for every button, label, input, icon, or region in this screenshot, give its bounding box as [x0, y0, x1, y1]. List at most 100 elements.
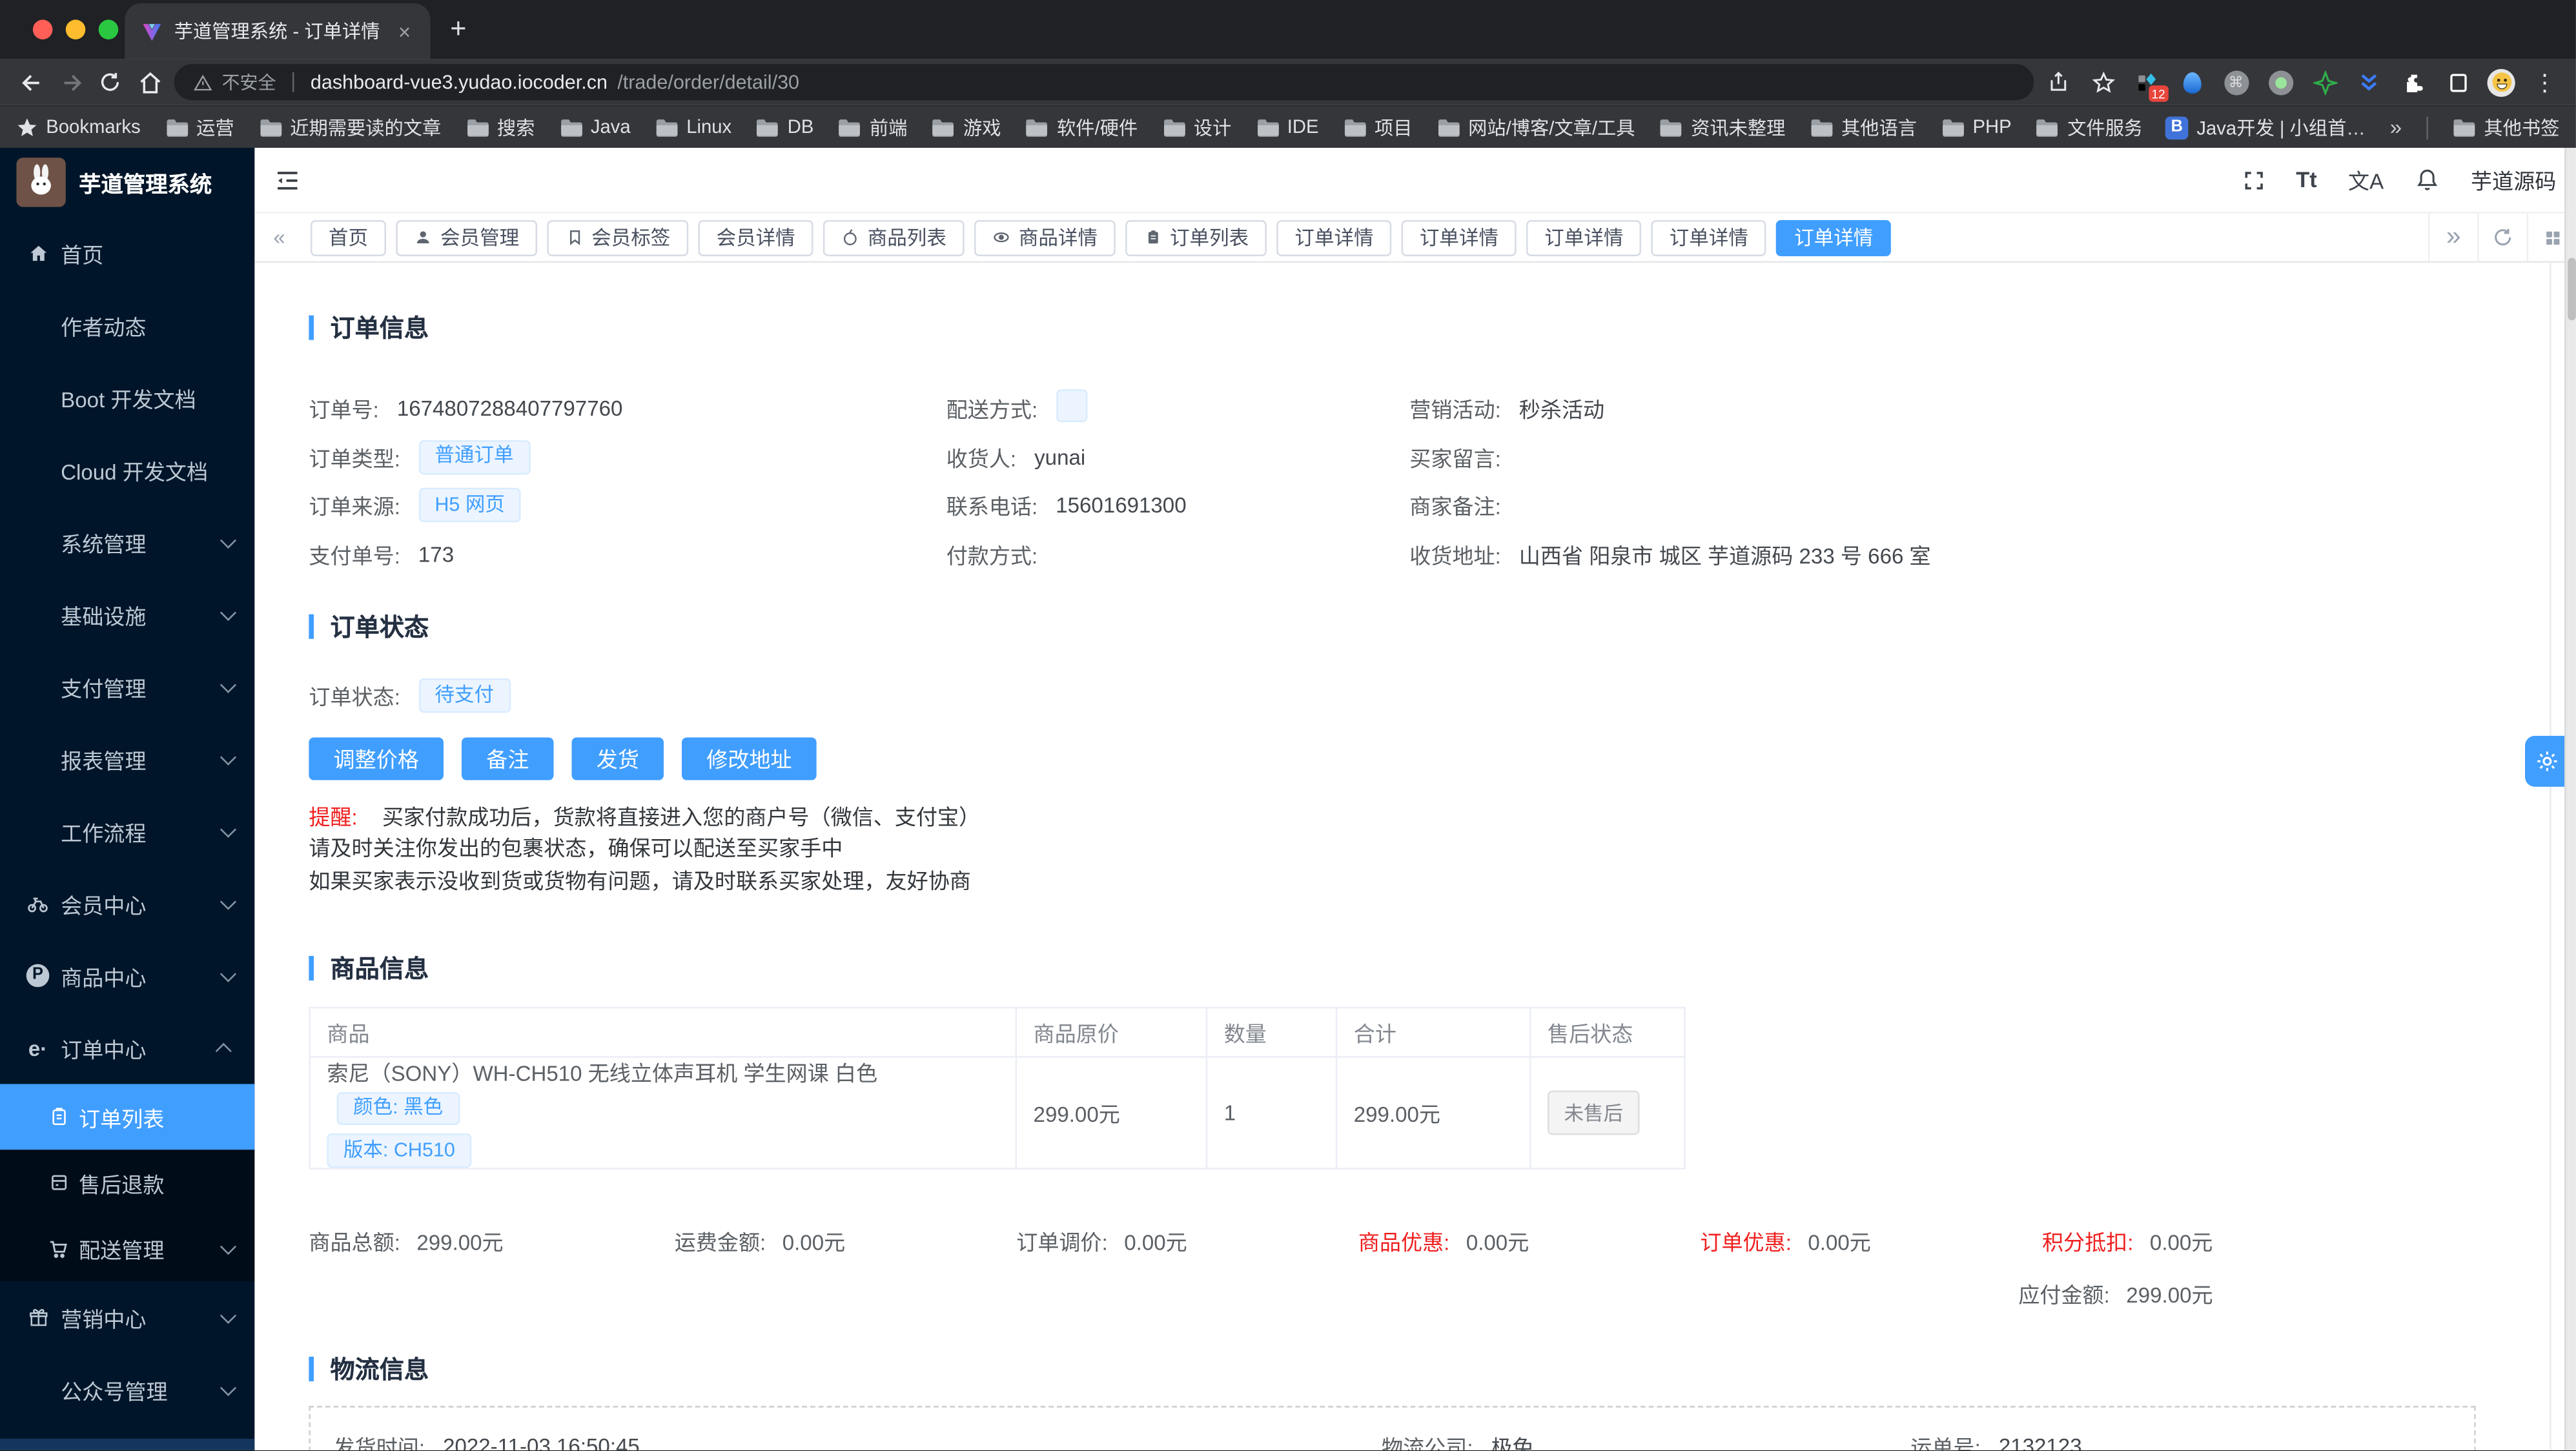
share-icon[interactable]: [2043, 67, 2073, 97]
adjust-price-button[interactable]: 调整价格: [309, 736, 444, 780]
notice-label: 提醒:: [309, 804, 358, 829]
bookmark-folder[interactable]: 前端: [839, 114, 907, 141]
browser-profile-avatar[interactable]: [2487, 68, 2515, 96]
extension-greendot-icon[interactable]: [2265, 67, 2295, 97]
extension-shortcuts-icon[interactable]: 12: [2132, 67, 2169, 102]
url-bar[interactable]: 不安全 dashboard-vue3.yudao.iocoder.cn/trad…: [174, 64, 2034, 101]
ship-button[interactable]: 发货: [571, 736, 664, 780]
tag-tab-order-detail[interactable]: 订单详情: [1276, 219, 1392, 256]
logistics-box: 发货时间: 2022-11-03 16:50:45 物流公司: 极兔 运单号: 213…: [309, 1405, 2476, 1450]
extension-balloon-icon[interactable]: [2177, 67, 2207, 97]
page-scrollbar[interactable]: [2564, 148, 2576, 1450]
apple-icon: [841, 228, 859, 247]
order-type-tag: 普通订单: [418, 440, 530, 474]
sidebar-item-system[interactable]: 系统管理: [0, 506, 254, 578]
bookmark-folder[interactable]: 网站/博客/文章/工具: [1437, 114, 1635, 141]
sidebar-item-mp-manage[interactable]: 公众号管理: [0, 1354, 254, 1426]
url-separator: [292, 72, 294, 92]
bookmarks-root[interactable]: Bookmarks: [16, 117, 141, 138]
other-bookmarks-folder[interactable]: 其他书签: [2453, 114, 2559, 141]
close-window-button[interactable]: [32, 19, 53, 40]
bookmark-folder[interactable]: 搜索: [465, 114, 535, 141]
tag-tab-product-detail[interactable]: 商品详情: [974, 219, 1116, 256]
extension-star-icon[interactable]: [2310, 67, 2340, 97]
edit-address-button[interactable]: 修改地址: [682, 736, 817, 780]
sidebar-item-boot-docs[interactable]: Boot 开发文档: [0, 361, 254, 434]
bookmark-folder[interactable]: PHP: [1941, 117, 2012, 137]
notification-bell-icon[interactable]: [2415, 168, 2440, 192]
remark-button[interactable]: 备注: [462, 736, 554, 780]
font-size-icon[interactable]: [2296, 168, 2316, 192]
tag-tab-member-detail[interactable]: 会员详情: [698, 219, 813, 256]
tag-tab-product-list[interactable]: 商品列表: [823, 219, 965, 256]
language-icon[interactable]: [2348, 164, 2384, 195]
tag-tab-order-detail[interactable]: 订单详情: [1526, 219, 1642, 256]
zoom-window-button[interactable]: [98, 19, 119, 40]
bookmark-star-icon[interactable]: [2088, 67, 2118, 97]
new-tab-button[interactable]: [450, 13, 466, 46]
sidebar-item-workflow[interactable]: 工作流程: [0, 795, 254, 868]
home-icon: [26, 241, 50, 265]
browser-menu-icon[interactable]: [2530, 67, 2560, 97]
extension-chevrons-icon[interactable]: [2354, 67, 2384, 97]
settings-gear-button[interactable]: [2525, 735, 2568, 787]
sidebar-item-marketing-center[interactable]: 营销中心: [0, 1281, 254, 1354]
bookmark-pinned-site[interactable]: Java开发 | 小组首…: [2165, 114, 2366, 141]
bookmark-folder[interactable]: DB: [756, 117, 813, 137]
bookmark-folder[interactable]: 近期需要读的文章: [259, 114, 441, 141]
tag-tab-member-manage[interactable]: 会员管理: [396, 219, 538, 256]
bookmark-folder[interactable]: 软件/硬件: [1026, 114, 1138, 141]
tag-tab-home[interactable]: 首页: [310, 219, 387, 256]
tag-tab-order-detail[interactable]: 订单详情: [1651, 219, 1766, 256]
reload-icon[interactable]: [96, 67, 125, 97]
back-icon[interactable]: [16, 67, 46, 97]
tab-close-icon[interactable]: [395, 21, 414, 42]
tag-tab-order-detail-active[interactable]: 订单详情: [1776, 219, 1892, 256]
bookmark-folder[interactable]: 项目: [1344, 114, 1413, 141]
browser-tab[interactable]: 芋道管理系统 - 订单详情: [125, 3, 431, 59]
bookmark-folder[interactable]: Java: [560, 117, 631, 137]
sidebar-item-delivery[interactable]: 配送管理: [0, 1215, 254, 1281]
bookmark-folder[interactable]: Linux: [655, 117, 731, 137]
sidebar-item-infra[interactable]: 基础设施: [0, 578, 254, 651]
site-favicon: [143, 23, 161, 41]
bookmarks-overflow-icon[interactable]: [2390, 115, 2402, 139]
bookmark-folder[interactable]: 文件服务器: [2036, 114, 2141, 141]
home-icon[interactable]: [135, 67, 165, 97]
bookmark-folder[interactable]: 设计: [1162, 114, 1231, 141]
minimize-window-button[interactable]: [65, 19, 86, 40]
folder-icon: [1027, 118, 1048, 136]
sidebar-item-product-center[interactable]: 商品中心: [0, 940, 254, 1012]
app-logo[interactable]: 芋道管理系统: [0, 148, 254, 217]
scrollbar-thumb[interactable]: [2568, 258, 2576, 321]
field-label: 联系电话:: [946, 494, 1038, 520]
sidebar-item-cloud-docs[interactable]: Cloud 开发文档: [0, 434, 254, 506]
tag-tab-order-list[interactable]: 订单列表: [1125, 219, 1267, 256]
tag-tab-order-detail[interactable]: 订单详情: [1401, 219, 1517, 256]
sidebar-item-member-center[interactable]: 会员中心: [0, 868, 254, 940]
split-view-icon[interactable]: [2443, 67, 2473, 97]
fullscreen-icon[interactable]: [2242, 168, 2265, 192]
sidebar-item-refund[interactable]: 售后退款: [0, 1150, 254, 1215]
refresh-page-icon[interactable]: [2477, 213, 2526, 261]
collapse-menu-icon[interactable]: [274, 167, 301, 193]
tags-scroll-right-icon[interactable]: [2428, 213, 2477, 261]
sidebar-item-order-list[interactable]: 订单列表: [0, 1084, 255, 1150]
sidebar-item-order-center[interactable]: 订单中心: [0, 1011, 254, 1084]
bookmark-folder[interactable]: 运营: [165, 114, 234, 141]
bookmark-folder[interactable]: 资讯未整理: [1660, 114, 1785, 141]
sidebar-item-home[interactable]: 首页: [0, 217, 254, 289]
tag-tab-member-tag[interactable]: 会员标签: [547, 219, 689, 256]
extension-command-icon[interactable]: [2221, 67, 2251, 97]
tags-scroll-left-icon[interactable]: [254, 214, 303, 261]
forward-icon[interactable]: [56, 67, 86, 97]
user-name[interactable]: 芋道源码: [2471, 164, 2556, 195]
bookmark-folder[interactable]: 其他语言: [1810, 114, 1917, 141]
bookmark-folder[interactable]: IDE: [1256, 117, 1319, 137]
order-info-grid: 订单号: 1674807288407797760 配送方式: 营销活动: 秒杀活动 …: [309, 384, 2576, 578]
sidebar-item-report[interactable]: 报表管理: [0, 723, 254, 795]
sidebar-item-author-news[interactable]: 作者动态: [0, 289, 254, 361]
sidebar-item-pay[interactable]: 支付管理: [0, 651, 254, 723]
extensions-puzzle-icon[interactable]: [2398, 67, 2428, 97]
bookmark-folder[interactable]: 游戏: [932, 114, 1001, 141]
